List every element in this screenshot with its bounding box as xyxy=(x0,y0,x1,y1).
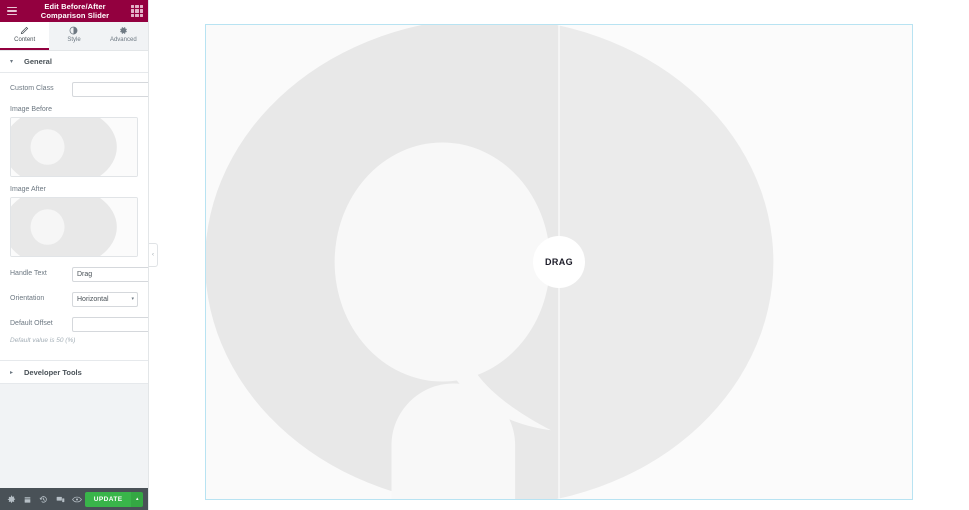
section-general-header[interactable]: ▾ General xyxy=(0,51,148,73)
before-after-slider[interactable]: DRAG xyxy=(206,25,912,499)
handle-text-label: Handle Text xyxy=(10,270,47,277)
section-developer-tools-title: Developer Tools xyxy=(24,367,82,377)
image-after-label: Image After xyxy=(10,186,46,193)
navigator-icon[interactable] xyxy=(19,488,35,510)
section-developer-tools: ▸ Developer Tools xyxy=(0,361,148,384)
eye-preview-icon[interactable] xyxy=(68,488,84,510)
custom-class-input[interactable] xyxy=(72,81,148,97)
section-general-content: Custom Class Image Before Image After Ha… xyxy=(0,73,148,360)
orientation-label: Orientation xyxy=(10,295,45,302)
image-before-thumbnail[interactable] xyxy=(10,117,138,177)
chevron-down-icon: ▾ xyxy=(10,59,14,65)
page-title: Edit Before/After Comparison Slider xyxy=(40,2,110,20)
gear-icon xyxy=(119,26,128,35)
control-handle-text: Handle Text xyxy=(10,266,148,282)
orientation-select[interactable]: Horizontal xyxy=(72,291,138,307)
tab-content[interactable]: Content xyxy=(0,22,50,50)
elementor-editor: Edit Before/After Comparison Slider Cont… xyxy=(0,0,969,510)
custom-class-label: Custom Class xyxy=(10,85,54,92)
chevron-right-icon: ▸ xyxy=(10,369,14,376)
placeholder-art-after xyxy=(11,198,137,256)
hamburger-icon[interactable] xyxy=(4,3,20,19)
section-general: ▾ General Custom Class Image Before Imag… xyxy=(0,51,148,361)
orientation-selected-value: Horizontal xyxy=(77,295,109,303)
responsive-mode-icon[interactable] xyxy=(52,488,68,510)
update-options-caret-icon[interactable]: ▴ xyxy=(131,491,143,507)
default-offset-input[interactable] xyxy=(72,316,148,332)
image-after-thumbnail[interactable] xyxy=(10,197,138,257)
default-offset-label: Default Offset xyxy=(10,320,53,327)
section-developer-tools-header[interactable]: ▸ Developer Tools xyxy=(0,361,148,383)
handle-text-input[interactable] xyxy=(72,266,148,282)
tab-style-label: Style xyxy=(67,37,81,43)
control-custom-class: Custom Class xyxy=(10,81,148,97)
tab-advanced-label: Advanced xyxy=(109,37,137,43)
control-default-offset: Default Offset xyxy=(10,316,148,332)
panel-header: Edit Before/After Comparison Slider xyxy=(0,0,148,22)
history-icon[interactable] xyxy=(36,488,52,510)
placeholder-art-before xyxy=(11,118,137,176)
panel-footer: UPDATE ▴ xyxy=(0,488,148,510)
slider-drag-handle[interactable]: DRAG xyxy=(533,236,585,288)
control-image-before: Image Before xyxy=(10,106,138,177)
contrast-icon xyxy=(69,26,78,35)
tab-advanced[interactable]: Advanced xyxy=(99,22,148,50)
control-image-after: Image After xyxy=(10,186,138,257)
default-offset-description: Default value is 50 (%) xyxy=(10,337,76,344)
pencil-icon xyxy=(20,26,29,35)
tab-content-label: Content xyxy=(14,37,36,43)
update-button[interactable]: UPDATE xyxy=(84,491,132,507)
widget-preview-frame[interactable]: DRAG xyxy=(205,24,913,500)
panel-collapse-handle[interactable]: ‹ xyxy=(149,243,158,267)
control-orientation: Orientation Horizontal ▾ xyxy=(10,291,138,307)
section-general-title: General xyxy=(24,57,52,66)
editor-panel: Edit Before/After Comparison Slider Cont… xyxy=(0,0,158,510)
image-before-label: Image Before xyxy=(10,106,53,113)
tab-style[interactable]: Style xyxy=(49,22,98,50)
canvas-area[interactable]: DRAG xyxy=(149,0,969,510)
gear-icon[interactable] xyxy=(3,488,19,510)
panel-body[interactable]: ▾ General Custom Class Image Before Imag… xyxy=(0,51,148,488)
panel-tabs: Content Style Advanced xyxy=(0,22,148,51)
widgets-grid-icon[interactable] xyxy=(130,4,144,18)
